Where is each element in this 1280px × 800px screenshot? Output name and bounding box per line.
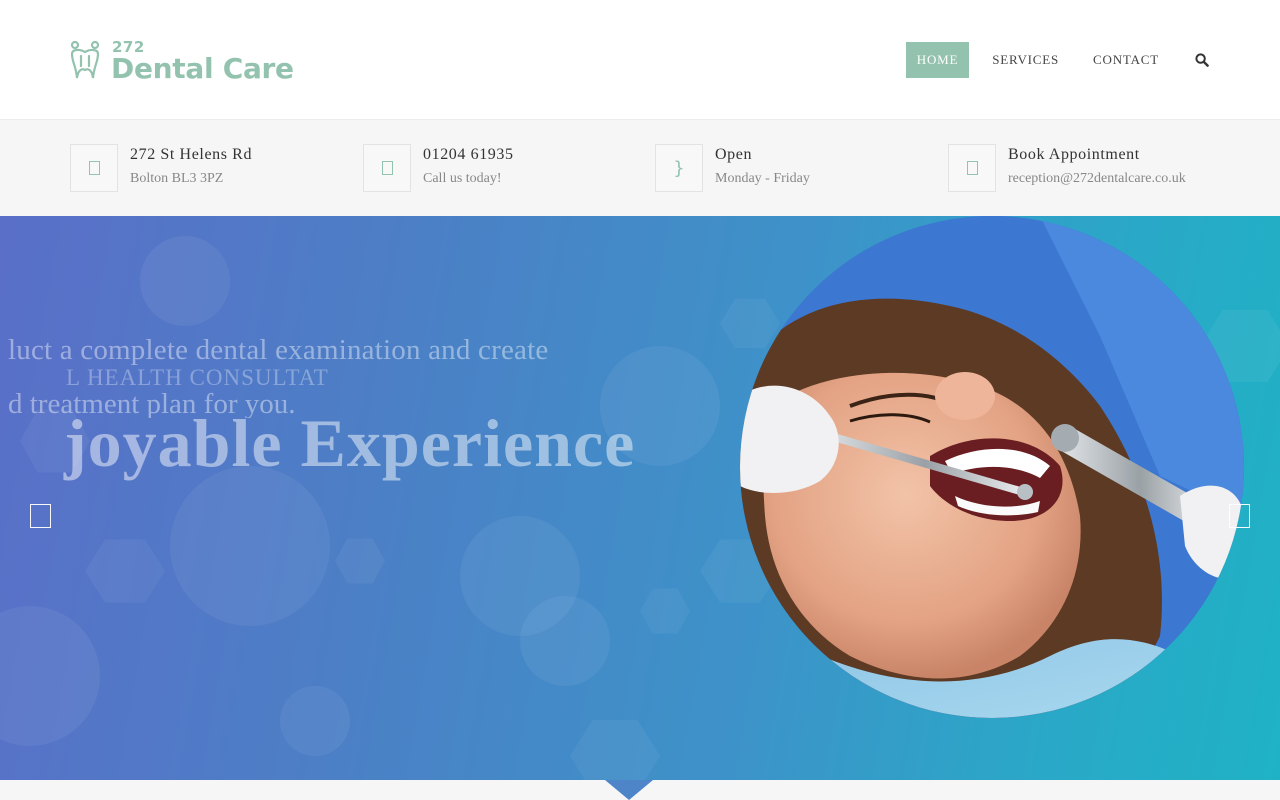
nav-contact[interactable]: CONTACT: [1082, 42, 1170, 78]
phone-icon: [363, 144, 411, 192]
info-address-sub: Bolton BL3 3PZ: [130, 171, 224, 186]
search-button[interactable]: [1192, 42, 1212, 78]
hero-headline: joyable Experience: [64, 405, 636, 481]
hero-notch: [605, 780, 653, 800]
clock-icon: }: [655, 144, 703, 192]
slider-next-button[interactable]: [1229, 504, 1250, 528]
info-phone-sub: Call us today!: [423, 171, 502, 186]
tooth-logo-icon: [70, 40, 100, 79]
info-address-title: 272 St Helens Rd: [130, 146, 253, 163]
map-pin-icon: [70, 144, 118, 192]
hero-photo: [740, 216, 1244, 718]
hero-slider: luct a complete dental examination and c…: [0, 216, 1280, 780]
info-booking-email[interactable]: reception@272dentalcare.co.uk: [1008, 171, 1186, 187]
main-nav: HOME SERVICES CONTACT: [905, 42, 1212, 78]
logo[interactable]: 272 Dental Care: [68, 38, 308, 88]
nav-services[interactable]: SERVICES: [981, 42, 1070, 78]
calendar-icon: [948, 144, 996, 192]
search-icon: [1195, 53, 1209, 67]
info-bar: 272 St Helens Rd Bolton BL3 3PZ 01204 61…: [0, 120, 1280, 216]
info-hours-title: Open: [715, 146, 753, 163]
slider-prev-button[interactable]: [30, 504, 51, 528]
info-hours-sub: Monday - Friday: [715, 171, 810, 186]
hexagon-decoration: [720, 298, 780, 349]
nav-home[interactable]: HOME: [905, 42, 970, 78]
hero-caption: luct a complete dental examination and c…: [0, 216, 700, 780]
logo-name: Dental Care: [111, 52, 294, 85]
info-booking-title: Book Appointment: [1008, 146, 1140, 163]
hero-text-line1: luct a complete dental examination and c…: [8, 334, 549, 366]
info-phone-title[interactable]: 01204 61935: [423, 146, 514, 164]
dental-patient-illustration: [740, 216, 1244, 718]
site-header: 272 Dental Care HOME SERVICES CONTACT: [0, 0, 1280, 120]
